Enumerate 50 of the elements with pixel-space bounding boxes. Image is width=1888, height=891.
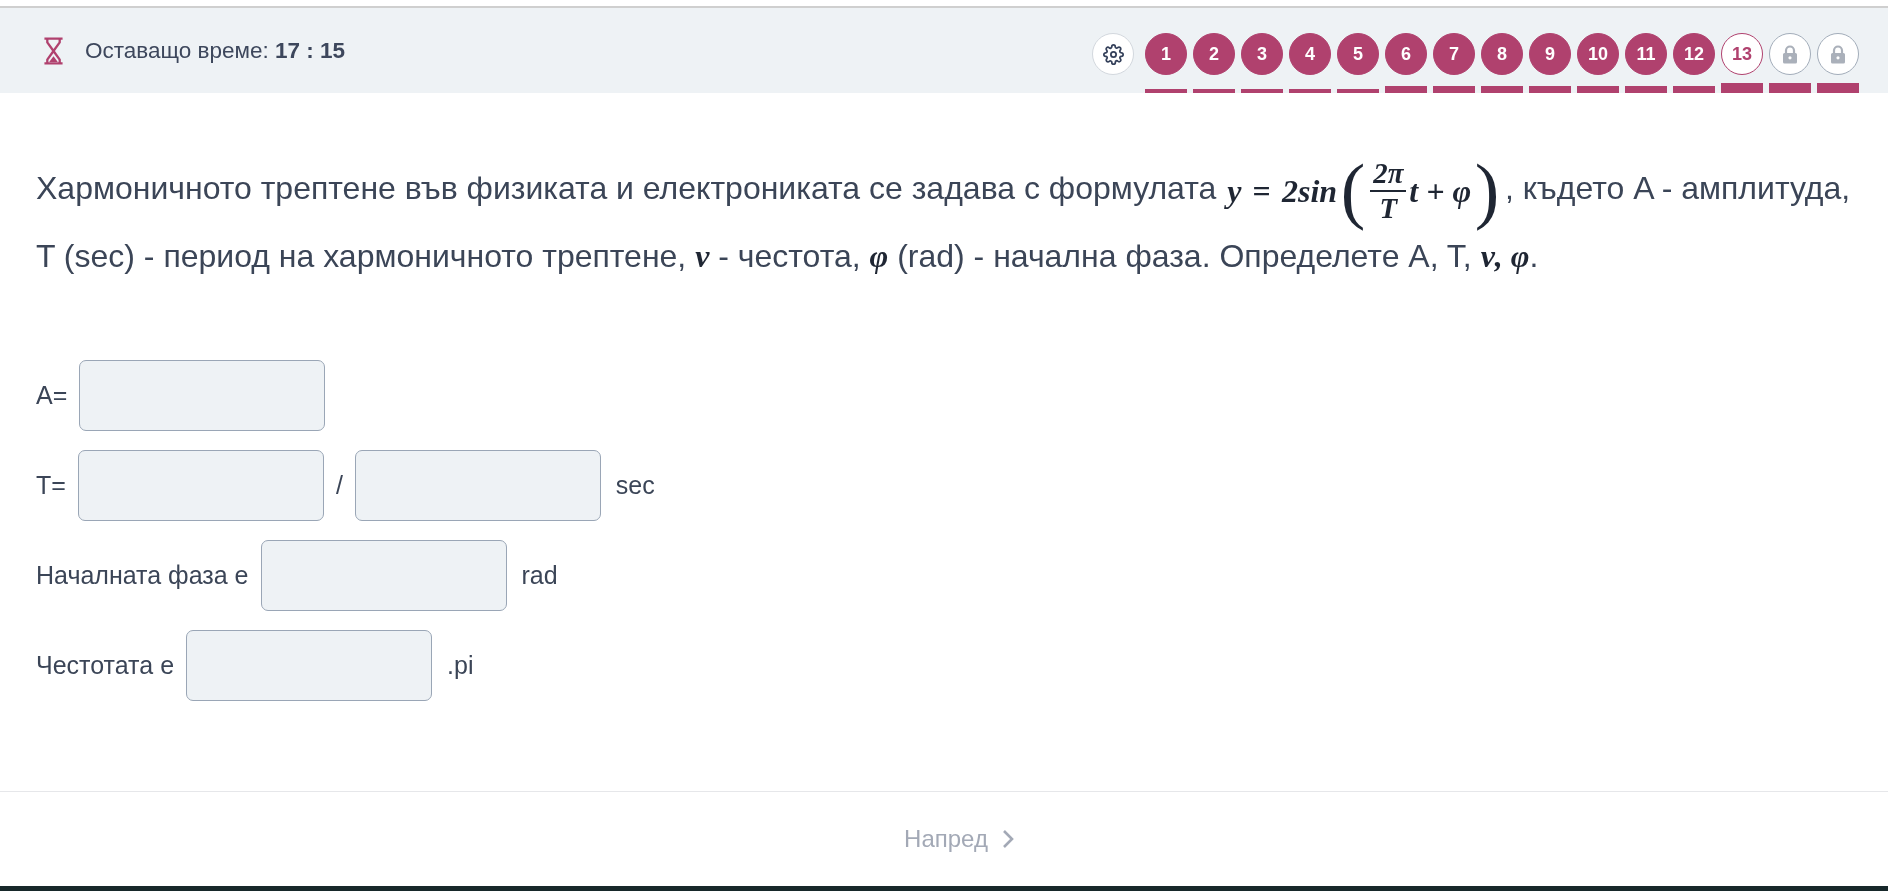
question-number-button[interactable]: 6	[1385, 33, 1427, 75]
locked-question-button[interactable]	[1817, 33, 1859, 75]
chevron-right-icon	[1001, 829, 1014, 849]
question-number-button[interactable]: 2	[1193, 33, 1235, 75]
question-marker-bar	[1433, 85, 1475, 93]
lock-icon	[1830, 44, 1846, 64]
question-marker-bar	[1817, 83, 1859, 93]
question-marker-bar	[1577, 85, 1619, 93]
question-number-button[interactable]: 7	[1433, 33, 1475, 75]
answer-input[interactable]	[354, 449, 601, 521]
question-marker-bar	[1289, 88, 1331, 93]
answer-label: T=	[36, 470, 66, 500]
answer-input[interactable]	[260, 539, 507, 611]
settings-icon	[1102, 43, 1124, 65]
timer-text: Оставащо време: 17 : 15	[85, 37, 346, 64]
question-marker-bar	[1337, 88, 1379, 93]
question-number-button[interactable]: 10	[1577, 33, 1619, 75]
question-marker-bar	[1145, 88, 1187, 93]
settings-button[interactable]	[1092, 33, 1134, 75]
question-number-button[interactable]: 13	[1721, 33, 1763, 75]
question-number-button[interactable]: 11	[1625, 33, 1667, 75]
answer-label: A=	[36, 380, 68, 410]
question-marker-bar	[1241, 88, 1283, 93]
separator-slash: /	[335, 470, 343, 500]
unit-label: sec	[615, 470, 655, 500]
question-marker-bar	[1481, 85, 1523, 93]
question-number-button[interactable]: 8	[1481, 33, 1523, 75]
question-number-button[interactable]: 12	[1673, 33, 1715, 75]
answer-input[interactable]	[186, 629, 433, 701]
question-marker-bar	[1385, 85, 1427, 93]
question-marker-bar	[1721, 83, 1763, 93]
question-marker-bar	[1769, 83, 1811, 93]
answer-label: Честотата е	[36, 650, 175, 680]
locked-question-button[interactable]	[1769, 33, 1811, 75]
answer-input[interactable]	[77, 449, 324, 521]
unit-label: .pi	[447, 650, 474, 680]
question-marker-bar	[1529, 85, 1571, 93]
lock-icon	[1782, 44, 1798, 64]
answer-input[interactable]	[79, 359, 326, 431]
question-number-button[interactable]: 3	[1241, 33, 1283, 75]
question-number-button[interactable]: 4	[1289, 33, 1331, 75]
question-marker-bar	[1673, 85, 1715, 93]
question-number-button[interactable]: 1	[1145, 33, 1187, 75]
question-marker-bar	[1193, 88, 1235, 93]
hourglass-icon	[43, 35, 64, 66]
question-number-button[interactable]: 9	[1529, 33, 1571, 75]
question-number-button[interactable]: 5	[1337, 33, 1379, 75]
unit-label: rad	[521, 560, 558, 590]
answer-label: Началната фаза е	[36, 560, 249, 590]
question-marker-bar	[1625, 85, 1667, 93]
